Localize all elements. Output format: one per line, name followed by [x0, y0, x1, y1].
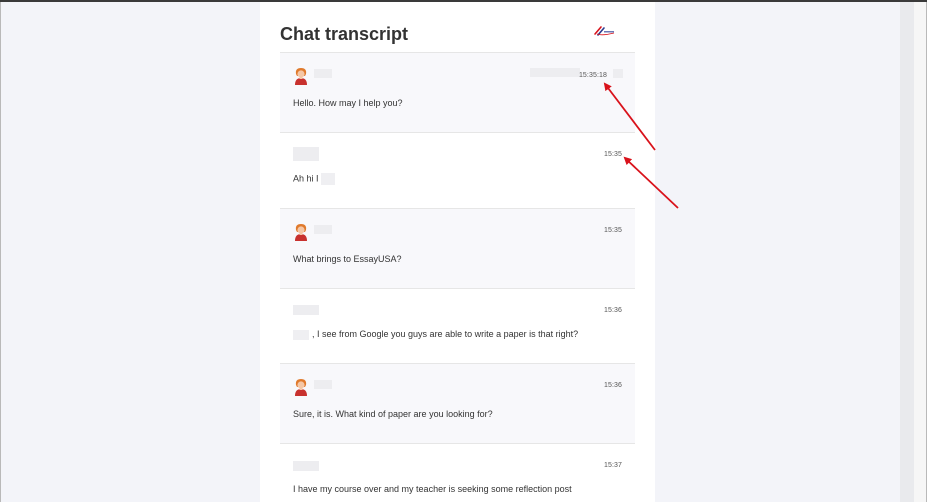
message-time: 15:36	[603, 382, 622, 389]
agent-name-redacted	[314, 380, 332, 389]
left-background	[1, 2, 260, 502]
redacted-detail	[530, 68, 580, 77]
redacted-detail	[613, 69, 623, 78]
agent-name-redacted	[314, 225, 332, 234]
message-row: 15:35 What brings to EssayUSA?	[280, 209, 635, 289]
scrollbar-track[interactable]	[900, 2, 914, 502]
message-row: 15:36 Sure, it is. What kind of paper ar…	[280, 364, 635, 444]
message-time: 15:35	[603, 227, 622, 234]
redacted-name	[293, 329, 309, 340]
message-row: 15:35:18 Hello. How may I help you?	[280, 53, 635, 133]
message-text: I have my course over and my teacher is …	[293, 484, 572, 494]
message-text: Hello. How may I help you?	[293, 98, 403, 108]
right-background	[655, 2, 900, 502]
message-list: 15:35:18 Hello. How may I help you? 15:3…	[280, 53, 635, 502]
message-row: 15:36 , I see from Google you guys are a…	[280, 289, 635, 364]
message-text: What brings to EssayUSA?	[293, 254, 402, 264]
message-time: 15:36	[603, 307, 622, 314]
transcript-page: Chat transcript 15:35:18 Hello. How may …	[260, 2, 655, 502]
agent-avatar-icon	[295, 224, 307, 241]
visitor-name-redacted	[293, 305, 319, 315]
agent-name-redacted	[314, 69, 332, 78]
message-text: , I see from Google you guys are able to…	[293, 329, 578, 340]
brand-logo-icon	[594, 26, 615, 36]
visitor-name-redacted	[293, 461, 319, 471]
message-text-content: , I see from Google you guys are able to…	[312, 329, 579, 339]
visitor-name-redacted	[293, 147, 319, 161]
right-edge	[914, 2, 926, 502]
message-text: Ah hi I	[293, 173, 336, 185]
message-row: 15:35 Ah hi I	[280, 133, 635, 209]
page-title: Chat transcript	[280, 24, 409, 44]
message-time: 15:35	[603, 151, 622, 158]
redacted-name	[321, 173, 336, 185]
message-time: 15:37	[603, 462, 622, 469]
message-time: 15:35:18	[578, 72, 607, 79]
message-text: Sure, it is. What kind of paper are you …	[293, 409, 493, 419]
message-text-content: Ah hi I	[293, 173, 319, 184]
message-row: 15:37 I have my course over and my teach…	[280, 444, 635, 502]
agent-avatar-icon	[295, 379, 307, 396]
agent-avatar-icon	[295, 68, 307, 85]
